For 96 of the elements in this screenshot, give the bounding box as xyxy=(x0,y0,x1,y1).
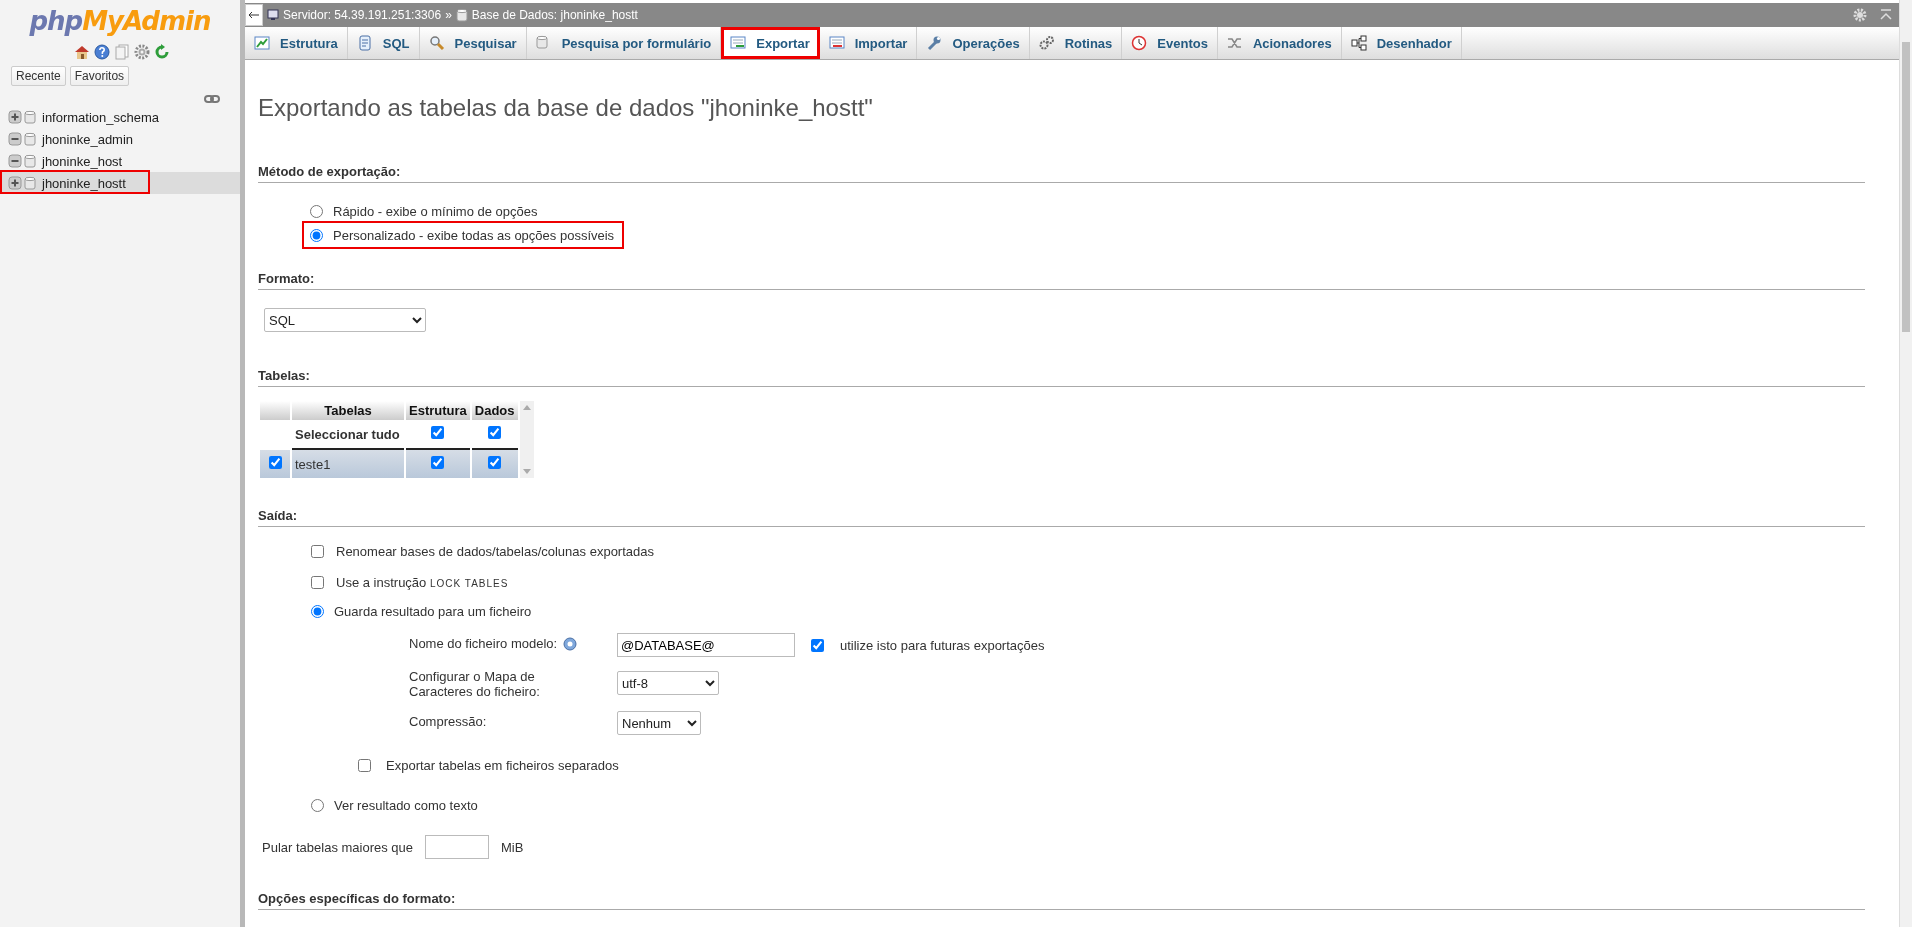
nav-button[interactable]: Favoritos xyxy=(69,66,130,86)
column-header: Tabelas xyxy=(292,401,404,420)
checkbox[interactable] xyxy=(488,426,502,439)
tab[interactable]: Operações xyxy=(917,27,1030,59)
tab[interactable]: Acionadores xyxy=(1217,27,1342,59)
structure-icon xyxy=(254,35,270,51)
option-label: Use a instrução LOCK TABLES xyxy=(336,574,509,590)
checkbox[interactable] xyxy=(311,544,324,558)
option-label: Personalizado - exibe todas as opções possíveis xyxy=(333,227,615,243)
clock-icon xyxy=(1131,35,1148,51)
import-icon xyxy=(828,35,845,51)
nav-button[interactable]: Recente xyxy=(11,66,66,86)
checkbox[interactable] xyxy=(431,456,445,469)
logo[interactable]: phpMyAdmin xyxy=(29,0,211,36)
column-header: Estrutura xyxy=(406,401,470,420)
radio-button[interactable] xyxy=(311,604,324,618)
tab[interactable]: Desenhador xyxy=(1341,27,1462,59)
scrollbar-thumb[interactable] xyxy=(1902,42,1910,332)
checkbox[interactable] xyxy=(811,638,824,652)
server-icon xyxy=(267,9,279,21)
checkbox[interactable] xyxy=(431,426,445,439)
option-label: Renomear bases de dados/tabelas/colunas exportadas xyxy=(336,543,654,559)
table-name: teste1 xyxy=(292,450,404,478)
column-header: Dados xyxy=(471,401,518,420)
breadcrumb-link[interactable]: Servidor: 54.39.191.251:3306 xyxy=(283,8,442,22)
checkbox[interactable] xyxy=(268,456,282,469)
settings-icon[interactable] xyxy=(134,44,150,60)
tab[interactable]: SQL xyxy=(347,27,420,59)
size-field[interactable] xyxy=(425,835,490,859)
option-label: Guarda resultado para um ficheiro xyxy=(334,603,532,619)
database-icon xyxy=(24,132,36,146)
option-row[interactable]: Personalizado - exibe todas as opções possíveis xyxy=(304,223,623,247)
section-heading: Saída: xyxy=(258,508,1865,527)
option-label: Rápido - exibe o mínimo de opções xyxy=(333,203,538,219)
tab[interactable]: Rotinas xyxy=(1029,27,1123,59)
radio-button[interactable] xyxy=(310,204,323,218)
format-dropdown[interactable]: SQL xyxy=(264,308,426,332)
tab[interactable]: Exportar xyxy=(721,27,820,59)
tab[interactable]: Eventos xyxy=(1122,27,1218,59)
tab[interactable]: Estrutura xyxy=(245,27,348,59)
option-row[interactable]: Rápido - exibe o mínimo de opções xyxy=(304,199,546,223)
gears-icon xyxy=(1038,35,1055,51)
checkbox[interactable] xyxy=(488,456,502,469)
option-label: Ver resultado como texto xyxy=(334,797,478,813)
checkbox[interactable] xyxy=(358,758,371,772)
page-title: Exportando as tabelas da base de dados "jhoninke_hostt" xyxy=(258,94,874,122)
tab[interactable]: Pesquisar xyxy=(419,27,527,59)
arrow-icon xyxy=(248,11,260,19)
tree-item[interactable]: jhoninke_admin xyxy=(0,128,240,150)
expand-icon[interactable] xyxy=(8,176,22,190)
section-heading: Formato: xyxy=(258,271,1865,290)
tab[interactable]: Importar xyxy=(819,27,918,59)
tree-item[interactable]: jhoninke_hostt xyxy=(0,172,240,194)
section-heading: Tabelas: xyxy=(258,368,1865,387)
scrollbar[interactable] xyxy=(1899,0,1912,927)
breadcrumb-link[interactable]: Base de Dados: jhoninke_hostt xyxy=(471,8,638,22)
database-name[interactable]: jhoninke_host xyxy=(42,153,123,169)
tree-item[interactable]: jhoninke_host xyxy=(0,150,240,172)
checkbox[interactable] xyxy=(311,575,324,589)
database-name[interactable]: jhoninke_admin xyxy=(42,131,134,147)
option-label: Exportar tabelas em ficheiros separados xyxy=(386,757,619,773)
section-heading: Opções específicas do formato: xyxy=(258,891,1865,910)
breadcrumb-separator: » xyxy=(445,8,452,22)
tree-item[interactable]: information_schema xyxy=(0,106,240,128)
compression-dropdown[interactable]: Nenhum xyxy=(617,711,701,735)
field-label: Compressão: xyxy=(409,713,488,729)
search-icon xyxy=(428,35,445,51)
shuffle-icon xyxy=(1226,35,1243,51)
export-icon xyxy=(730,35,747,51)
field-label: Pular tabelas maiores que xyxy=(262,839,414,855)
collapse-button[interactable] xyxy=(245,4,263,26)
radio-button[interactable] xyxy=(311,798,324,812)
expand-icon[interactable] xyxy=(8,110,22,124)
collapse-icon[interactable] xyxy=(8,132,22,146)
scroll-icon xyxy=(356,35,373,51)
diagram-icon xyxy=(1350,35,1367,51)
option-label: utilize isto para futuras exportações xyxy=(840,637,1045,653)
field-label: Configurar o Mapa de Caracteres do ficheiro: xyxy=(409,669,541,699)
wrench-icon xyxy=(926,35,943,51)
field-label: Nome do ficheiro modelo: xyxy=(409,636,558,651)
reload-icon[interactable] xyxy=(154,44,170,60)
link-icon[interactable] xyxy=(204,94,220,104)
database-icon xyxy=(24,110,36,124)
column-header xyxy=(260,401,290,420)
database-icon xyxy=(24,176,36,190)
charset-dropdown[interactable]: utf-8 xyxy=(617,671,719,695)
radio-button[interactable] xyxy=(310,228,323,242)
database-name[interactable]: jhoninke_hostt xyxy=(42,175,126,191)
database-icon xyxy=(24,154,36,168)
database-icon xyxy=(455,8,468,22)
section-heading: Método de exportação: xyxy=(258,164,1865,183)
collapse-icon[interactable] xyxy=(8,154,22,168)
database-name[interactable]: information_schema xyxy=(42,109,160,125)
home-icon[interactable] xyxy=(74,44,90,60)
filename-field[interactable]: @DATABASE@ xyxy=(617,633,795,657)
unit-label: MiB xyxy=(501,839,524,855)
